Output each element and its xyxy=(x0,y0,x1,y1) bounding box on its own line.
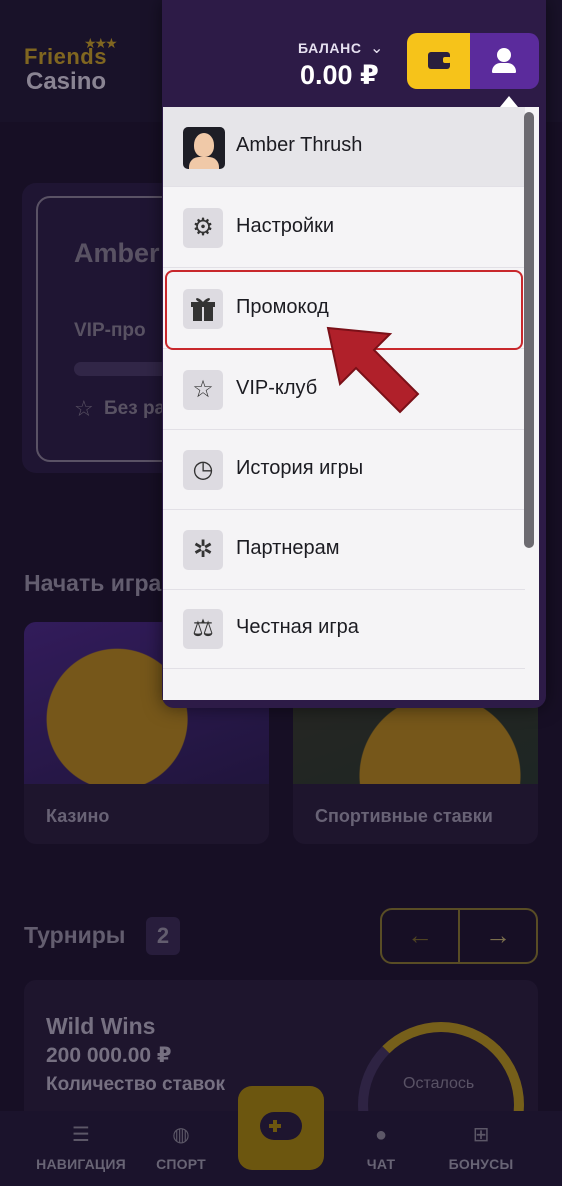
menu-item-game-history[interactable]: ◷ История игры xyxy=(163,430,525,510)
dropdown-caret xyxy=(500,96,518,107)
balance-value: 0.00 ₽ xyxy=(300,60,379,90)
menu-item-label: Настройки xyxy=(236,215,335,237)
menu-item-partners[interactable]: ✲ Партнерам xyxy=(163,510,525,590)
menu-item-settings[interactable]: ⚙ Настройки xyxy=(163,188,525,268)
menu-item-label: Честная игра xyxy=(236,616,359,638)
menu-scrollbar[interactable] xyxy=(524,112,534,548)
user-icon xyxy=(497,48,511,62)
chevron-down-icon[interactable]: ⌄ xyxy=(370,38,383,58)
user-menu-button[interactable] xyxy=(470,33,539,89)
user-icon-body xyxy=(492,63,516,73)
gear-icon: ⚙ xyxy=(183,208,223,248)
avatar-body xyxy=(189,157,219,169)
wallet-icon xyxy=(428,52,451,69)
scales-icon: ⚖ xyxy=(183,609,223,649)
star-icon: ☆ xyxy=(183,370,223,410)
menu-item-fair-play[interactable]: ⚖ Честная игра xyxy=(163,589,525,669)
pointer-arrow-icon xyxy=(326,326,420,414)
menu-item-label: История игры xyxy=(236,457,364,479)
menu-item-partial[interactable] xyxy=(163,669,525,700)
balance-label[interactable]: БАЛАНС xyxy=(298,40,362,56)
network-icon: ✲ xyxy=(183,530,223,570)
avatar-face xyxy=(194,133,214,157)
wallet-button[interactable] xyxy=(407,33,470,89)
menu-item-label: Партнерам xyxy=(236,537,340,559)
menu-item-profile[interactable]: Amber Thrush xyxy=(163,107,525,187)
menu-item-label: VIP-клуб xyxy=(236,377,318,399)
avatar xyxy=(183,127,225,169)
clock-icon: ◷ xyxy=(183,450,223,490)
menu-item-label: Amber Thrush xyxy=(236,134,363,156)
